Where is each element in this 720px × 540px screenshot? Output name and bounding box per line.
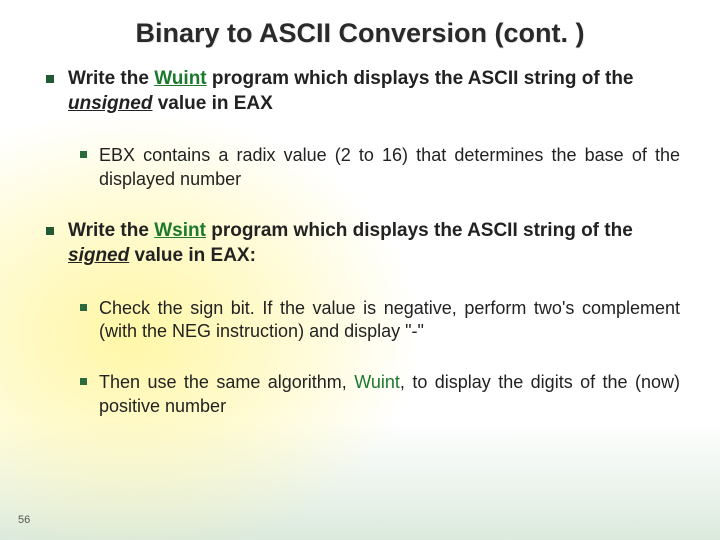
slide-title: Binary to ASCII Conversion (cont. )	[0, 0, 720, 49]
bullet-2a: Check the sign bit. If the value is nega…	[46, 297, 680, 344]
bullet-1a-text: EBX contains a radix value (2 to 16) tha…	[99, 144, 680, 191]
bullet-2-text: Write the Wsint program which displays t…	[68, 219, 680, 268]
bullet-2b-text: Then use the same algorithm, Wuint, to d…	[99, 371, 680, 418]
bullet-1-text: Write the Wuint program which displays t…	[68, 67, 680, 116]
bullet-2a-text: Check the sign bit. If the value is nega…	[99, 297, 680, 344]
bullet-2b: Then use the same algorithm, Wuint, to d…	[46, 371, 680, 418]
bullet-1a: EBX contains a radix value (2 to 16) tha…	[46, 144, 680, 191]
program-name: Wuint	[154, 68, 206, 89]
page-number: 56	[18, 514, 30, 526]
bullet-marker-icon	[80, 304, 87, 311]
slide-content: Write the Wuint program which displays t…	[0, 49, 720, 418]
program-name: Wuint	[354, 372, 400, 392]
bullet-1: Write the Wuint program which displays t…	[46, 67, 680, 116]
bullet-marker-icon	[46, 227, 54, 235]
bullet-marker-icon	[80, 378, 87, 385]
bullet-2: Write the Wsint program which displays t…	[46, 219, 680, 268]
bullet-marker-icon	[80, 151, 87, 158]
bullet-marker-icon	[46, 75, 54, 83]
program-name: Wsint	[154, 220, 206, 241]
